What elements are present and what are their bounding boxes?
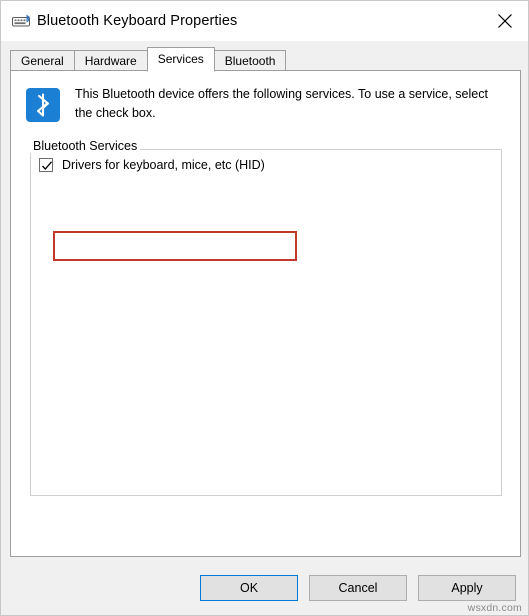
tab-hardware[interactable]: Hardware xyxy=(73,50,148,71)
service-label: Drivers for keyboard, mice, etc (HID) xyxy=(62,158,265,172)
tab-bluetooth[interactable]: Bluetooth xyxy=(213,50,287,71)
ok-button[interactable]: OK xyxy=(200,575,298,601)
watermark: wsxdn.com xyxy=(467,602,522,614)
description-text: This Bluetooth device offers the followi… xyxy=(75,87,488,120)
tab-services[interactable]: Services xyxy=(146,47,215,72)
tab-general[interactable]: General xyxy=(10,50,75,71)
properties-dialog: Bluetooth Keyboard Properties General Ha… xyxy=(0,0,529,616)
tab-strip: General Hardware Services Bluetooth xyxy=(10,47,287,72)
services-group-label: Bluetooth Services xyxy=(30,139,141,153)
bluetooth-keyboard-icon xyxy=(11,11,31,31)
cancel-button[interactable]: Cancel xyxy=(309,575,407,601)
close-icon[interactable] xyxy=(482,1,528,41)
service-checkbox[interactable] xyxy=(39,158,53,172)
description-row: This Bluetooth device offers the followi… xyxy=(25,85,505,123)
highlight-annotation xyxy=(53,231,297,261)
bluetooth-icon xyxy=(25,87,61,123)
dialog-buttons: OK Cancel Apply xyxy=(1,575,529,601)
services-list: Drivers for keyboard, mice, etc (HID) xyxy=(30,149,502,496)
apply-button[interactable]: Apply xyxy=(418,575,516,601)
title-bar: Bluetooth Keyboard Properties xyxy=(1,1,528,41)
list-item[interactable]: Drivers for keyboard, mice, etc (HID) xyxy=(39,158,265,172)
services-tab-page: This Bluetooth device offers the followi… xyxy=(10,70,521,557)
window-title: Bluetooth Keyboard Properties xyxy=(37,13,238,29)
